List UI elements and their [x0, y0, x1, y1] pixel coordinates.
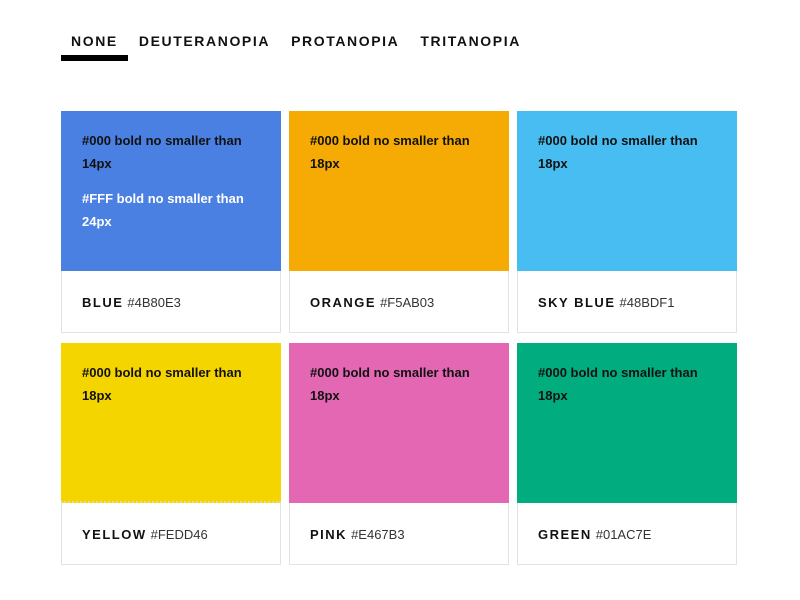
color-swatch-sky-blue: #000 bold no smaller than 18px: [517, 111, 737, 271]
tab-none[interactable]: NONE: [61, 30, 128, 61]
color-swatch-yellow: #000 bold no smaller than 18px: [61, 343, 281, 503]
color-hex: #01AC7E: [595, 526, 652, 542]
swatch-label: ORANGE #F5AB03: [290, 271, 508, 333]
dark-text-guideline: #000 bold no smaller than 18px: [310, 133, 470, 171]
swatch-label: GREEN #01AC7E: [518, 503, 736, 565]
color-hex: #F5AB03: [380, 294, 435, 310]
color-name: SKY BLUE: [538, 294, 616, 310]
swatch-card-pink: #000 bold no smaller than 18px PINK #E46…: [289, 343, 509, 565]
tab-tritanopia[interactable]: TRITANOPIA: [410, 30, 531, 58]
swatch-label: YELLOW #FEDD46: [62, 503, 280, 565]
swatch-card-sky-blue: #000 bold no smaller than 18px SKY BLUE …: [517, 111, 737, 333]
color-name: GREEN: [538, 526, 592, 542]
swatch-label: PINK #E467B3: [290, 503, 508, 565]
tab-deuteranopia[interactable]: DEUTERANOPIA: [129, 30, 280, 58]
swatch-card-orange: #000 bold no smaller than 18px ORANGE #F…: [289, 111, 509, 333]
dark-text-guideline: #000 bold no smaller than 18px: [538, 133, 698, 171]
dark-text-guideline: #000 bold no smaller than 18px: [538, 365, 698, 403]
tab-protanopia[interactable]: PROTANOPIA: [281, 30, 409, 58]
swatch-card-yellow: #000 bold no smaller than 18px YELLOW #F…: [61, 343, 281, 565]
color-name: BLUE: [82, 294, 124, 310]
color-swatch-pink: #000 bold no smaller than 18px: [289, 343, 509, 503]
dark-text-guideline: #000 bold no smaller than 14px: [82, 133, 242, 171]
color-name: YELLOW: [82, 526, 147, 542]
swatch-card-green: #000 bold no smaller than 18px GREEN #01…: [517, 343, 737, 565]
color-swatch-orange: #000 bold no smaller than 18px: [289, 111, 509, 271]
swatch-label: SKY BLUE #48BDF1: [518, 271, 736, 333]
color-hex: #FEDD46: [150, 526, 208, 542]
simulation-tabs: NONE DEUTERANOPIA PROTANOPIA TRITANOPIA: [61, 30, 531, 61]
color-name: PINK: [310, 526, 348, 542]
color-swatch-blue: #000 bold no smaller than 14px #FFF bold…: [61, 111, 281, 271]
color-hex: #48BDF1: [619, 294, 675, 310]
swatch-grid: #000 bold no smaller than 14px #FFF bold…: [61, 111, 737, 565]
swatch-card-blue: #000 bold no smaller than 14px #FFF bold…: [61, 111, 281, 333]
dark-text-guideline: #000 bold no smaller than 18px: [82, 365, 242, 403]
dark-text-guideline: #000 bold no smaller than 18px: [310, 365, 470, 403]
color-hex: #E467B3: [351, 526, 405, 542]
color-name: ORANGE: [310, 294, 377, 310]
color-hex: #4B80E3: [127, 294, 181, 310]
color-swatch-green: #000 bold no smaller than 18px: [517, 343, 737, 503]
light-text-guideline: #FFF bold no smaller than 24px: [82, 191, 244, 229]
swatch-label: BLUE #4B80E3: [62, 271, 280, 333]
